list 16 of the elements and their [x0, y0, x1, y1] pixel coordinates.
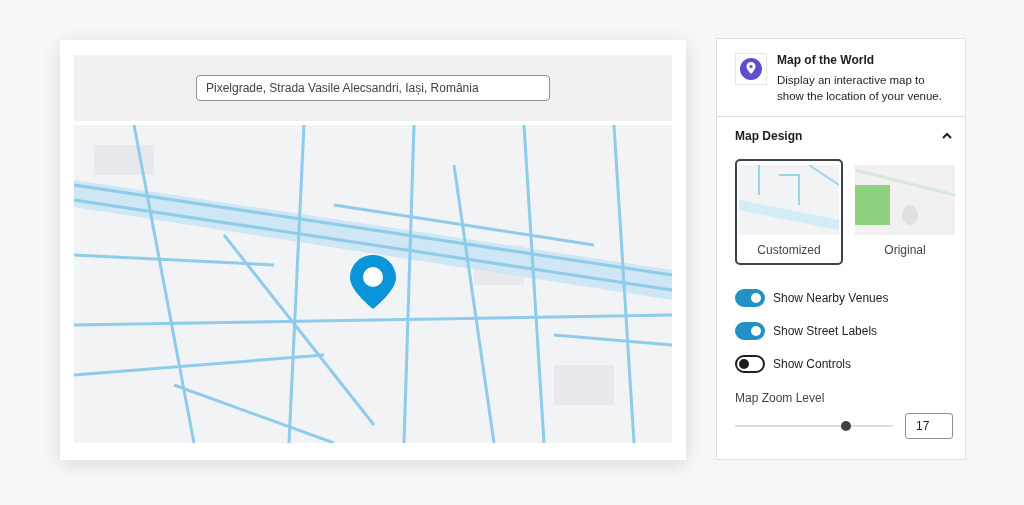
slider-thumb[interactable] [840, 421, 851, 431]
block-description: Display an interactive map to show the location of your venue. [777, 73, 943, 104]
toggle-switch[interactable] [735, 322, 765, 340]
zoom-level-field[interactable]: 17 [905, 413, 953, 439]
toggle-switch[interactable] [735, 289, 765, 307]
map-pin-icon [348, 253, 398, 311]
location-pin-icon [735, 53, 767, 85]
zoom-level-label: Map Zoom Level [735, 391, 826, 405]
address-field[interactable]: Pixelgrade, Strada Vasile Alecsandri, Iași, România [196, 75, 550, 101]
block-title: Map of the World [777, 53, 876, 67]
toggle-switch[interactable] [735, 355, 765, 373]
toggle-label: Show Nearby Venues [773, 291, 889, 305]
toggle-label: Show Controls [773, 357, 852, 371]
toggle-label: Show Street Labels [773, 324, 878, 338]
map-design-header[interactable]: Map Design [735, 129, 953, 143]
design-option[interactable]: Customized [735, 159, 843, 265]
